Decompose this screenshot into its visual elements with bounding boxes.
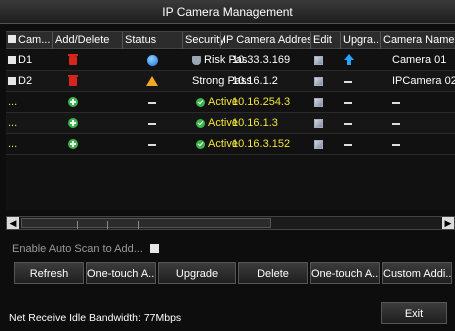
table-row[interactable]: ... Active 10.16.254.3: [6, 92, 455, 113]
horizontal-scrollbar[interactable]: ◀ ▶: [6, 216, 455, 230]
scrollbar-thumb[interactable]: [21, 218, 271, 229]
active-check-icon: [196, 140, 205, 149]
exit-button[interactable]: Exit: [381, 302, 447, 324]
delete-button[interactable]: Delete: [238, 262, 308, 284]
warning-icon: [146, 76, 158, 86]
table-row[interactable]: ... Active 10.16.1.3: [6, 113, 455, 134]
ip-address: 10.16.1.2: [232, 75, 278, 87]
upgrade-button[interactable]: Upgrade: [158, 262, 236, 284]
ip-address: 10.16.1.3: [232, 117, 278, 129]
ip-address: 10.16.3.152: [232, 138, 291, 150]
no-upgrade-icon: [344, 81, 352, 83]
edit-icon[interactable]: [314, 56, 323, 65]
row-checkbox[interactable]: [8, 56, 16, 64]
header-edit[interactable]: Edit: [310, 32, 340, 49]
scroll-left-button[interactable]: ◀: [7, 217, 19, 229]
select-all-checkbox[interactable]: [8, 35, 16, 44]
no-name-icon: [392, 144, 400, 146]
table-row[interactable]: D1Risk Pas...10.33.3.169Camera 01: [6, 50, 455, 71]
camera-number: D2: [18, 75, 33, 87]
window-title: IP Camera Management: [0, 0, 455, 24]
security-icon: [192, 56, 201, 65]
auto-scan-checkbox[interactable]: [150, 244, 159, 253]
online-status-icon: [147, 55, 158, 66]
edit-icon[interactable]: [314, 98, 323, 107]
camera-list: D1Risk Pas...10.33.3.169Camera 01D2Stron…: [6, 50, 455, 210]
refresh-button[interactable]: Refresh: [14, 262, 84, 284]
one-touch-add-button[interactable]: One-touch A...: [310, 262, 380, 284]
no-status-icon: [148, 102, 156, 104]
table-row[interactable]: D2Strong Pass...10.16.1.2IPCamera 02: [6, 71, 455, 92]
header-upgrade[interactable]: Upgra...: [340, 32, 380, 49]
bandwidth-status: Net Receive Idle Bandwidth: 77Mbps: [9, 312, 182, 324]
no-status-icon: [148, 144, 156, 146]
camera-number: D1: [18, 54, 33, 66]
table-header: Cam... Add/Delete Status Security IP Cam…: [6, 31, 455, 49]
custom-adding-button[interactable]: Custom Addi...: [382, 262, 452, 284]
active-check-icon: [196, 98, 205, 107]
one-touch-activate-button[interactable]: One-touch A...: [86, 262, 156, 284]
ip-address: 10.16.254.3: [232, 96, 291, 108]
camera-number: ...: [8, 96, 18, 108]
ip-address: 10.33.3.169: [232, 54, 291, 66]
no-name-icon: [392, 102, 400, 104]
scroll-tick: [107, 221, 108, 229]
edit-icon[interactable]: [314, 119, 323, 128]
auto-scan-label: Enable Auto Scan to Add...: [12, 243, 143, 255]
scroll-tick: [138, 221, 139, 229]
table-row[interactable]: ... Active 10.16.3.152: [6, 134, 455, 155]
add-icon[interactable]: [68, 97, 78, 107]
add-icon[interactable]: [68, 118, 78, 128]
scroll-tick: [77, 221, 78, 229]
header-camera[interactable]: Cam...: [6, 32, 52, 49]
edit-icon[interactable]: [314, 140, 323, 149]
header-add-delete[interactable]: Add/Delete: [52, 32, 122, 49]
scroll-right-button[interactable]: ▶: [442, 217, 454, 229]
no-upgrade-icon: [344, 102, 352, 104]
header-status[interactable]: Status: [122, 32, 182, 49]
row-checkbox[interactable]: [8, 77, 16, 85]
no-upgrade-icon: [344, 123, 352, 125]
no-status-icon: [148, 123, 156, 125]
camera-number: ...: [8, 138, 18, 150]
delete-icon[interactable]: [68, 75, 78, 86]
camera-name: Camera 01: [392, 54, 447, 66]
edit-icon[interactable]: [314, 77, 323, 86]
camera-name: IPCamera 02: [392, 75, 455, 87]
add-icon[interactable]: [68, 139, 78, 149]
no-upgrade-icon: [344, 144, 352, 146]
header-camera-name[interactable]: Camera Name: [380, 32, 455, 49]
delete-icon[interactable]: [68, 54, 78, 65]
ip-camera-management-window: IP Camera Management Cam... Add/Delete S…: [0, 0, 455, 331]
active-check-icon: [196, 119, 205, 128]
header-ip-address[interactable]: IP Camera Address: [220, 32, 310, 49]
camera-number: ...: [8, 117, 18, 129]
upgrade-icon[interactable]: [344, 54, 354, 65]
no-name-icon: [392, 123, 400, 125]
